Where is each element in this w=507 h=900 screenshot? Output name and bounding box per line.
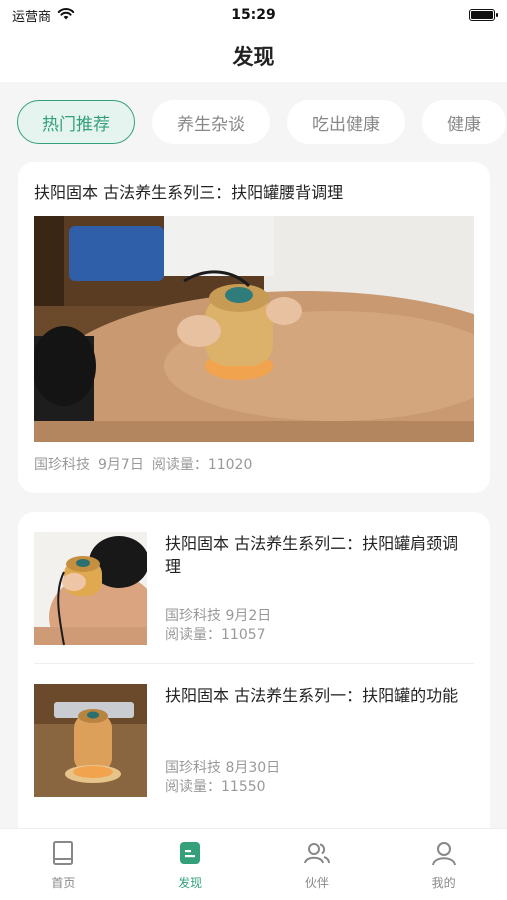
discover-screen: 运营商 15:29 发现 热门推荐 养生杂谈 吃出健康 健康 扶阳固本 古法养生… [0, 0, 507, 900]
featured-article-image [34, 216, 474, 442]
tab-hot-recommend[interactable]: 热门推荐 [17, 100, 135, 144]
profile-icon [430, 839, 458, 870]
tabbar-discover-label: 发现 [178, 876, 203, 890]
featured-article-author: 国珍科技 [34, 457, 90, 473]
bottom-tab-bar: 首页 发现 伙伴 我的 [0, 828, 507, 900]
page-title: 发现 [232, 45, 275, 69]
article-date: 9月2日 [225, 608, 272, 624]
article-list-card: 扶阳固本 古法养生系列二：扶阳罐肩颈调理 国珍科技 9月2日 阅读量：11057 [18, 512, 490, 842]
featured-article-date: 9月7日 [98, 457, 144, 473]
article-thumbnail [34, 532, 147, 645]
tabbar-discover[interactable]: 发现 [127, 829, 254, 900]
tabbar-partners-label: 伙伴 [304, 876, 329, 890]
tab-wellness-talk[interactable]: 养生杂谈 [152, 100, 270, 144]
tab-eat-healthy[interactable]: 吃出健康 [287, 100, 405, 144]
status-time: 15:29 [231, 7, 276, 23]
category-tabs: 热门推荐 养生杂谈 吃出健康 健康 [17, 100, 506, 144]
tabbar-profile-label: 我的 [431, 876, 456, 890]
article-meta: 国珍科技 8月30日 阅读量：11550 [165, 759, 474, 797]
discover-icon [176, 839, 204, 870]
article-reads: 阅读量：11057 [165, 627, 266, 643]
article-meta: 国珍科技 9月2日 阅读量：11057 [165, 607, 474, 645]
tabbar-profile[interactable]: 我的 [380, 829, 507, 900]
wifi-icon [57, 7, 75, 24]
article-thumbnail [34, 684, 147, 797]
tabbar-home-label: 首页 [51, 876, 76, 890]
partners-icon [303, 839, 331, 870]
featured-article-reads: 阅读量：11020 [151, 457, 253, 473]
tabbar-home[interactable]: 首页 [0, 829, 127, 900]
home-icon [49, 839, 77, 870]
battery-icon [469, 9, 498, 21]
status-bar: 运营商 15:29 [0, 0, 507, 30]
article-title: 扶阳固本 古法养生系列二：扶阳罐肩颈调理 [165, 534, 459, 576]
article-reads: 阅读量：11550 [165, 779, 266, 795]
list-item[interactable]: 扶阳固本 古法养生系列一：扶阳罐的功能 国珍科技 8月30日 阅读量：11550 [34, 664, 474, 815]
nav-bar: 发现 [0, 30, 507, 82]
list-item[interactable]: 扶阳固本 古法养生系列二：扶阳罐肩颈调理 国珍科技 9月2日 阅读量：11057 [34, 512, 474, 664]
article-date: 8月30日 [225, 760, 281, 776]
article-author: 国珍科技 [165, 760, 221, 776]
tab-health[interactable]: 健康 [422, 100, 506, 144]
featured-article-card[interactable]: 扶阳固本 古法养生系列三：扶阳罐腰背调理 国珍科技 9月7日 阅读量：11020 [18, 162, 490, 493]
article-author: 国珍科技 [165, 608, 221, 624]
featured-article-title: 扶阳固本 古法养生系列三：扶阳罐腰背调理 [34, 183, 344, 202]
article-title: 扶阳固本 古法养生系列一：扶阳罐的功能 [165, 686, 459, 705]
tabbar-partners[interactable]: 伙伴 [254, 829, 381, 900]
carrier-label: 运营商 [12, 9, 52, 25]
featured-article-meta: 国珍科技 9月7日 阅读量：11020 [34, 454, 474, 474]
battery-fill [471, 11, 493, 19]
